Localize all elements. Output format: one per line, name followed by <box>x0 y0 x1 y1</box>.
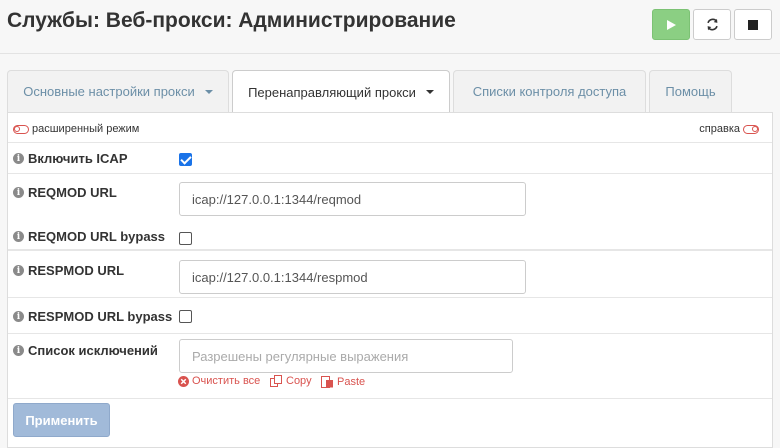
field-label: i REQMOD URL <box>13 185 117 200</box>
info-icon[interactable]: i <box>13 345 24 356</box>
reqmod-bypass-checkbox[interactable] <box>179 232 192 245</box>
field-label: i RESPMOD URL <box>13 263 124 278</box>
field-label-text: Включить ICAP <box>28 151 128 166</box>
chevron-down-icon <box>204 89 213 94</box>
field-label: i Список исключений <box>13 343 158 358</box>
copy-button[interactable]: Copy <box>270 375 312 387</box>
clear-all-button[interactable]: Очистить все <box>178 375 260 387</box>
help-toggle[interactable]: справка <box>699 123 759 135</box>
help-label: справка <box>699 123 740 135</box>
form-row-exceptions: i Список исключений Разрешены регулярные… <box>8 334 772 399</box>
stop-icon <box>748 19 758 30</box>
chevron-down-icon <box>425 90 434 94</box>
field-label-text: RESPMOD URL <box>28 263 125 278</box>
form-row-enable-icap: i Включить ICAP <box>8 143 772 174</box>
tab-general-settings[interactable]: Основные настройки прокси <box>7 70 229 112</box>
copy-label: Copy <box>286 375 312 387</box>
field-label: i RESPMOD URL bypass <box>13 309 172 324</box>
field-label-text: Список исключений <box>28 343 158 358</box>
clear-icon <box>178 375 189 387</box>
paste-label: Paste <box>337 375 366 388</box>
settings-panel: расширенный режим справка i Включить ICA… <box>7 112 773 448</box>
tab-help[interactable]: Помощь <box>649 70 732 112</box>
field-label: i REQMOD URL bypass <box>13 229 165 244</box>
info-icon[interactable]: i <box>13 265 24 276</box>
advanced-mode-label: расширенный режим <box>32 123 140 135</box>
enable-icap-checkbox[interactable] <box>179 153 192 166</box>
info-icon[interactable]: i <box>13 231 24 242</box>
toggle-off-icon <box>743 124 759 134</box>
page-header: Службы: Веб-прокси: Администрирование <box>0 0 780 54</box>
tab-label: Основные настройки прокси <box>23 84 195 99</box>
tab-label: Перенаправляющий прокси <box>248 84 416 100</box>
toggle-off-icon <box>13 124 29 134</box>
respmod-url-input[interactable]: icap://127.0.0.1:1344/respmod <box>179 260 526 294</box>
refresh-icon <box>706 18 718 31</box>
copy-icon <box>270 375 282 387</box>
apply-button[interactable]: Применить <box>13 403 110 437</box>
field-label-text: REQMOD URL <box>28 185 117 200</box>
play-icon <box>667 19 676 30</box>
form-row-respmod-bypass: i RESPMOD URL bypass <box>8 298 772 334</box>
advanced-mode-toggle[interactable]: расширенный режим <box>13 123 139 135</box>
field-label: i Включить ICAP <box>13 151 128 166</box>
restart-service-button[interactable] <box>693 9 731 40</box>
start-service-button[interactable] <box>652 9 690 40</box>
paste-icon <box>321 376 333 388</box>
info-icon[interactable]: i <box>13 311 24 322</box>
mode-toolbar: расширенный режим справка <box>8 113 772 143</box>
field-label-text: RESPMOD URL bypass <box>28 309 173 324</box>
paste-button[interactable]: Paste <box>321 375 365 388</box>
form-row-reqmod-bypass: i REQMOD URL bypass <box>8 220 772 251</box>
reqmod-url-input[interactable]: icap://127.0.0.1:1344/reqmod <box>179 182 526 216</box>
clear-all-label: Очистить все <box>192 375 261 387</box>
info-icon[interactable]: i <box>13 187 24 198</box>
tab-label: Списки контроля доступа <box>472 84 627 99</box>
page-title: Службы: Веб-прокси: Администрирование <box>7 9 456 32</box>
field-label-text: REQMOD URL bypass <box>28 229 166 244</box>
form-row-respmod-url: i RESPMOD URL icap://127.0.0.1:1344/resp… <box>8 251 772 298</box>
tab-access-control-lists[interactable]: Списки контроля доступа <box>453 70 646 112</box>
tab-label: Помощь <box>665 84 716 99</box>
info-icon[interactable]: i <box>13 153 24 164</box>
respmod-bypass-checkbox[interactable] <box>179 310 192 323</box>
exceptions-input[interactable]: Разрешены регулярные выражения <box>179 339 513 373</box>
stop-service-button[interactable] <box>734 9 772 40</box>
tab-forward-proxy[interactable]: Перенаправляющий прокси <box>232 70 450 113</box>
